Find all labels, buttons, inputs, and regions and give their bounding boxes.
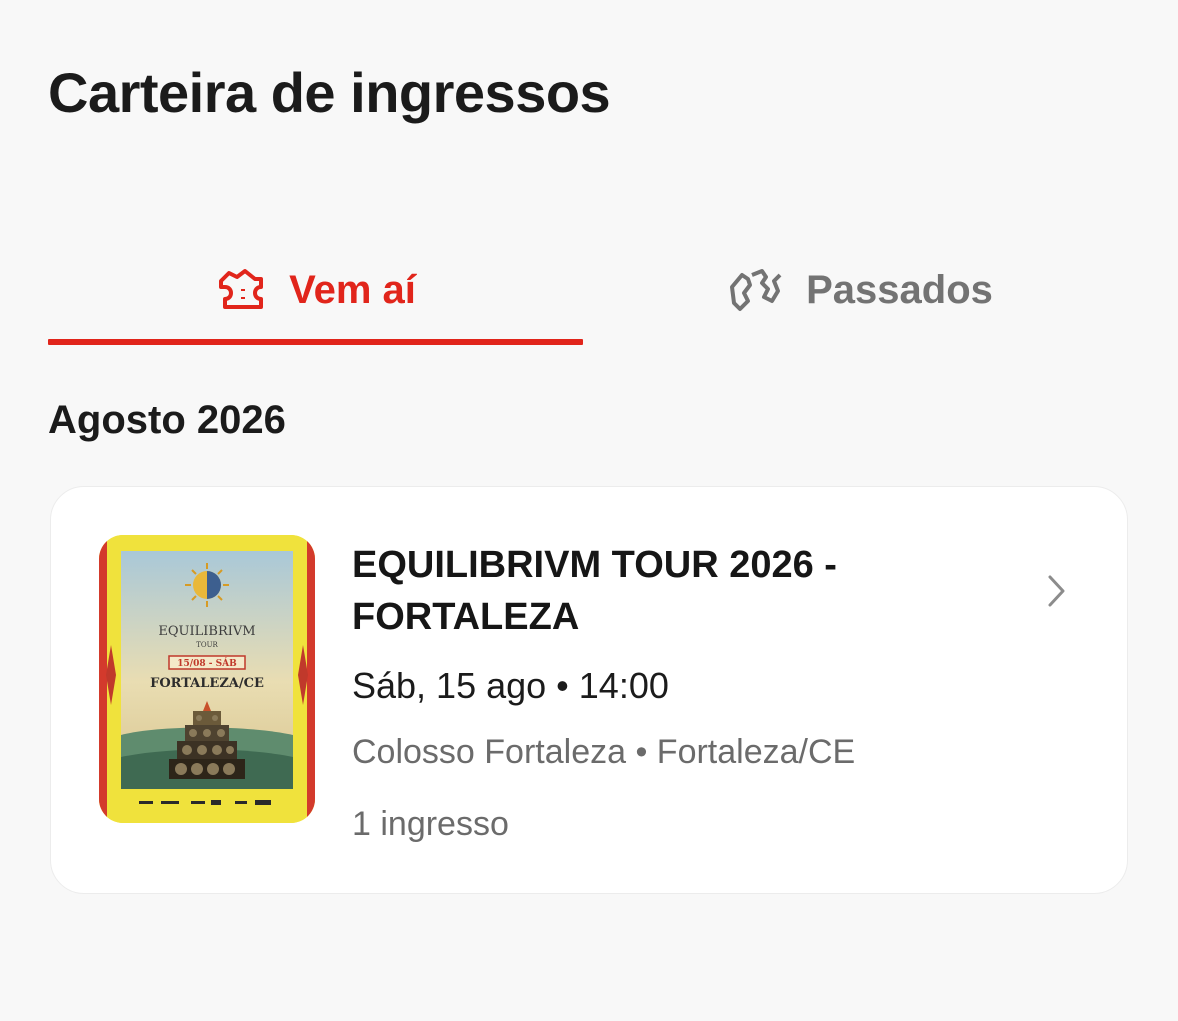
- tab-upcoming[interactable]: Vem aí: [48, 240, 583, 340]
- active-tab-indicator: [48, 339, 583, 345]
- tab-past[interactable]: Passados: [593, 240, 1128, 340]
- tab-bar: Vem aí Passados: [48, 240, 1130, 348]
- event-title-line-2: FORTALEZA: [352, 596, 580, 638]
- page-title: Carteira de ingressos: [48, 61, 611, 124]
- chevron-right-icon: [1041, 571, 1071, 611]
- event-poster-image: EQUILIBRIVM TOUR 15/08 - SÁB FORTALEZA/C…: [99, 535, 315, 823]
- event-title-line-1: EQUILIBRIVM TOUR 2026 -: [352, 544, 837, 586]
- svg-text:EQUILIBRIVM: EQUILIBRIVM: [158, 624, 255, 639]
- svg-text:TOUR: TOUR: [196, 641, 218, 649]
- event-card[interactable]: EQUILIBRIVM TOUR 15/08 - SÁB FORTALEZA/C…: [50, 486, 1128, 894]
- ticket-wallet-screen: Carteira de ingressos Vem aí Passados Ag…: [0, 0, 1178, 1021]
- tab-past-label: Passados: [806, 267, 993, 312]
- month-section-heading: Agosto 2026: [48, 398, 286, 442]
- past-tickets-icon: [728, 267, 784, 313]
- svg-text:15/08 - SÁB: 15/08 - SÁB: [177, 657, 237, 669]
- svg-text:FORTALEZA/CE: FORTALEZA/CE: [150, 676, 264, 691]
- ticket-icon: [215, 267, 267, 313]
- event-venue: Colosso Fortaleza • Fortaleza/CE: [352, 733, 856, 771]
- event-title: EQUILIBRIVM TOUR 2026 - FORTALEZA: [352, 539, 972, 643]
- ticket-count: 1 ingresso: [352, 805, 509, 843]
- event-datetime: Sáb, 15 ago • 14:00: [352, 665, 669, 706]
- tab-upcoming-label: Vem aí: [289, 267, 416, 312]
